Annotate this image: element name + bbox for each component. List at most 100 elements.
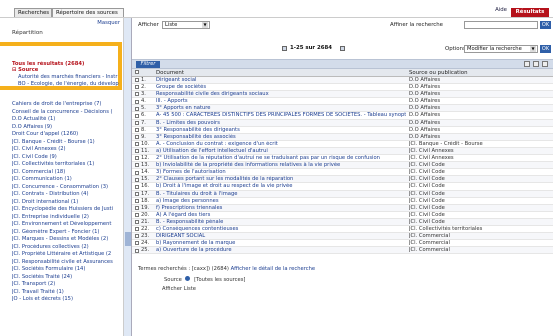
details-link[interactable]: Afficher le détail de la recherche xyxy=(231,266,315,272)
row-checkbox[interactable] xyxy=(135,241,139,246)
facet-item[interactable]: JCl. Collectivités territoriales (1) xyxy=(12,161,122,167)
row-checkbox[interactable] xyxy=(135,191,139,196)
facet-item[interactable]: JCl. Responsabilité civile et Assurances xyxy=(12,259,122,265)
row-checkbox[interactable] xyxy=(135,205,139,210)
row-document-link[interactable]: 2° Utilisation de la réputation d'autrui… xyxy=(156,155,406,162)
tab-recherches[interactable]: Recherches xyxy=(14,8,52,17)
select-all-checkbox[interactable] xyxy=(135,70,139,75)
sidebar-resize-bar[interactable] xyxy=(124,18,132,336)
facet-item[interactable]: JCl. Communication (1) xyxy=(12,176,122,182)
resize-handle[interactable] xyxy=(125,232,131,246)
row-checkbox[interactable] xyxy=(135,184,139,189)
row-checkbox[interactable] xyxy=(135,113,139,118)
row-document-link[interactable]: 3) Formes de l'autorisation xyxy=(156,169,406,176)
facet-item[interactable]: JCl. Travail Traité (1) xyxy=(12,289,122,295)
facet-item[interactable]: JCl. Civil Annexes (2) xyxy=(12,146,122,152)
facet-item[interactable]: JCl. Concurrence - Consommation (3) xyxy=(12,184,122,190)
row-document-link[interactable]: B. - Responsabilité pénale xyxy=(156,219,406,226)
facet-item[interactable]: JCl. Droit international (1) xyxy=(12,199,122,205)
row-document-link[interactable]: 3° Apports en nature xyxy=(156,105,406,112)
row-checkbox[interactable] xyxy=(135,85,139,90)
row-checkbox[interactable] xyxy=(135,106,139,111)
row-checkbox[interactable] xyxy=(135,198,139,203)
facet-item[interactable]: JCl. Transport (2) xyxy=(12,281,122,287)
row-document-link[interactable]: a) Utilisation de l'effort intellectuel … xyxy=(156,148,406,155)
facet-item[interactable]: D.O Affaires (9) xyxy=(12,124,122,130)
facet-item[interactable]: JCl. Civil Code (9) xyxy=(12,154,122,160)
row-document-link[interactable]: Dirigeant social xyxy=(156,77,406,84)
row-document-link[interactable]: f) Prescriptions triennales xyxy=(156,205,406,212)
row-checkbox[interactable] xyxy=(135,149,139,154)
row-checkbox[interactable] xyxy=(135,142,139,147)
row-checkbox[interactable] xyxy=(135,78,139,83)
facet-item[interactable]: JCl. Environnement et Développement xyxy=(12,221,122,227)
col-header-source[interactable]: Source ou publication xyxy=(409,69,549,77)
row-checkbox[interactable] xyxy=(135,177,139,182)
facet-item-highlighted[interactable]: BO - Écologie, de l'énergie, du dévelop xyxy=(18,81,122,87)
save-icon[interactable] xyxy=(533,61,539,67)
col-header-document[interactable]: Document xyxy=(156,69,406,77)
row-document-link[interactable]: a) Image des personnes xyxy=(156,198,406,205)
row-document-link[interactable]: b) Rayonnement de la marque xyxy=(156,240,406,247)
row-checkbox[interactable] xyxy=(135,92,139,97)
row-checkbox[interactable] xyxy=(135,170,139,175)
row-document-link[interactable]: c) Conséquences contentieuses xyxy=(156,226,406,233)
facet-item[interactable]: JCl. Sociétés Traité (24) xyxy=(12,274,122,280)
afficher-select[interactable]: Liste ▼ xyxy=(162,21,210,29)
row-checkbox[interactable] xyxy=(135,120,139,125)
row-checkbox[interactable] xyxy=(135,135,139,140)
row-document-link[interactable]: B. - Titulaires du droit à l'image xyxy=(156,191,406,198)
row-document-link[interactable]: III. - Apports xyxy=(156,98,406,105)
row-checkbox[interactable] xyxy=(135,127,139,132)
row-checkbox[interactable] xyxy=(135,234,139,239)
facet-item[interactable]: JCl. Commercial (18) xyxy=(12,169,122,175)
aide-link[interactable]: Aide xyxy=(495,7,507,13)
facet-item[interactable]: JCl. Sociétés Formulaire (14) xyxy=(12,266,122,272)
masquer-link[interactable]: Masquer xyxy=(97,20,120,26)
options-select[interactable]: Modifier la recherche ▼ xyxy=(464,45,538,53)
row-document-link[interactable]: 3° Responsabilité des dirigeants xyxy=(156,127,406,134)
facet-item[interactable]: JO - Lois et décrets (15) xyxy=(12,296,122,302)
facet-item[interactable]: JCl. Géomètre Expert - Foncier (1) xyxy=(12,229,122,235)
facet-item[interactable]: Conseil de la concurrence - Décisions ( xyxy=(12,109,122,115)
row-checkbox[interactable] xyxy=(135,248,139,253)
row-document-link[interactable]: b) Inviolabilité de la propriété des inf… xyxy=(156,162,406,169)
row-checkbox[interactable] xyxy=(135,163,139,168)
facet-item[interactable]: Cahiers de droit de l'entreprise (7) xyxy=(12,101,122,107)
row-document-link[interactable]: a) Ouverture de la procédure xyxy=(156,247,406,254)
facet-item[interactable]: JCl. Procédures collectives (2) xyxy=(12,244,122,250)
next-page-icon[interactable] xyxy=(340,46,345,51)
row-document-link[interactable]: b) Droit à l'image et droit au respect d… xyxy=(156,183,406,190)
row-document-link[interactable]: 3° Responsabilité des associés xyxy=(156,134,406,141)
facet-item[interactable]: JCl. Encyclopédie des Huissiers de Justi xyxy=(12,206,122,212)
row-document-link[interactable]: A- 45 500 : CARACTÈRES DISTINCTIFS DES P… xyxy=(156,112,406,119)
facet-item[interactable]: JCl. Contrats - Distribution (4) xyxy=(12,191,122,197)
tab-repertoire-sources[interactable]: Répertoire des sources xyxy=(52,8,124,17)
facet-item[interactable]: JCl. Propriété Littéraire et Artistique … xyxy=(12,251,122,257)
row-checkbox[interactable] xyxy=(135,227,139,232)
row-checkbox[interactable] xyxy=(135,213,139,218)
facet-item[interactable]: JCl. Marques - Dessins et Modèles (2) xyxy=(12,236,122,242)
facet-item-highlighted[interactable]: Autorité des marchés financiers - Instr xyxy=(18,74,122,80)
facet-source-header[interactable]: ⊟ Source xyxy=(12,67,122,73)
options-ok-button[interactable]: OK xyxy=(540,45,551,53)
row-checkbox[interactable] xyxy=(135,99,139,104)
row-checkbox[interactable] xyxy=(135,220,139,225)
email-icon[interactable] xyxy=(542,61,548,67)
row-document-link[interactable]: A. - Conclusion du contrat : exigence d'… xyxy=(156,141,406,148)
row-document-link[interactable]: 2° Clauses portant sur les modalités de … xyxy=(156,176,406,183)
resultats-button[interactable]: Résultats xyxy=(511,8,549,17)
print-icon[interactable] xyxy=(524,61,530,67)
facet-item[interactable]: JCl. Banque - Crédit - Bourse (1) xyxy=(12,139,122,145)
facet-item[interactable]: Droit Cour d'appel (1260) xyxy=(12,131,122,137)
affiner-input[interactable] xyxy=(464,21,538,29)
row-document-link[interactable]: Responsabilité civile des dirigeants soc… xyxy=(156,91,406,98)
facet-item[interactable]: JCl. Entreprise individuelle (2) xyxy=(12,214,122,220)
row-document-link[interactable]: B. - Limites des pouvoirs xyxy=(156,120,406,127)
row-checkbox[interactable] xyxy=(135,156,139,161)
filter-button[interactable]: Filtrer xyxy=(136,61,160,68)
row-document-link[interactable]: A) À l'égard des tiers xyxy=(156,212,406,219)
facet-item[interactable]: D.O Actualité (1) xyxy=(12,116,122,122)
affiner-ok-button[interactable]: OK xyxy=(540,21,551,29)
row-document-link[interactable]: DIRIGEANT SOCIAL xyxy=(156,233,406,240)
